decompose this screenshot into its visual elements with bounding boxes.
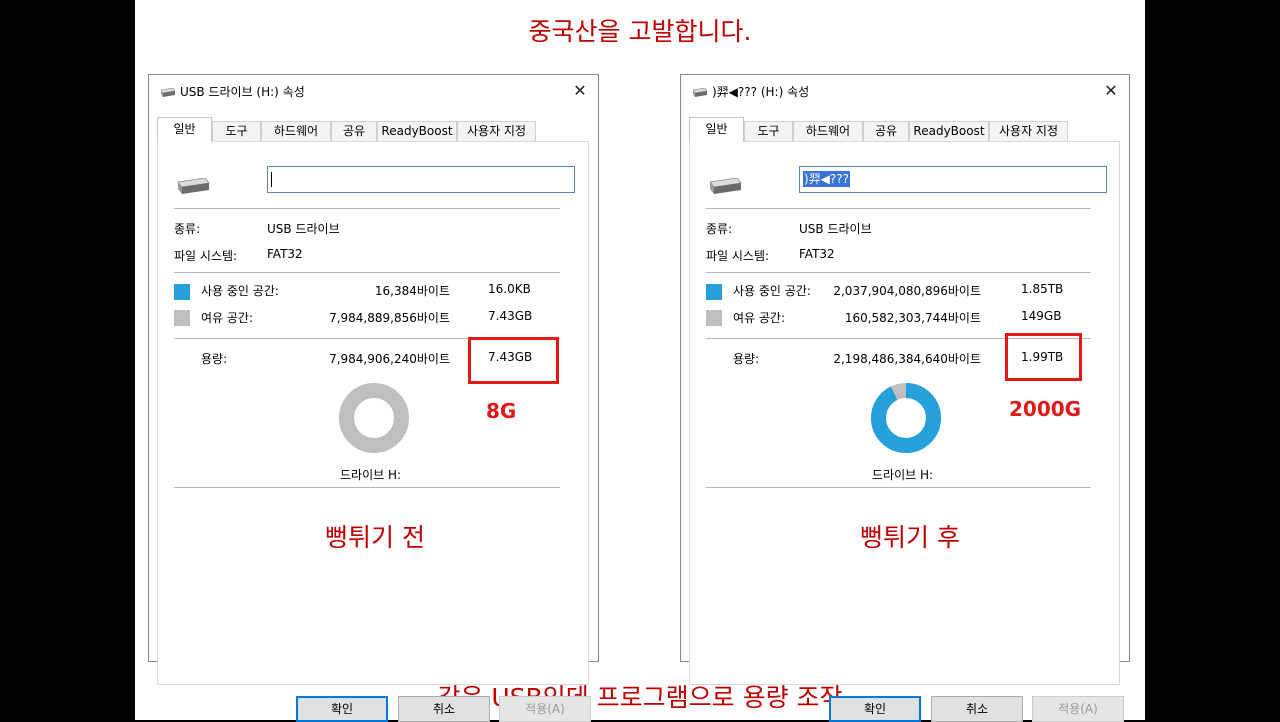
free-space-bytes: 7,984,889,856바이트 (329, 311, 450, 325)
close-button[interactable]: ✕ (1101, 81, 1121, 101)
divider (174, 272, 560, 273)
title-bar: USB 드라이브 (H:) 속성 ✕ (149, 75, 598, 107)
usb-drive-icon (709, 178, 742, 194)
apply-button[interactable]: 적용(A) (499, 696, 591, 722)
filesystem-label: 파일 시스템: (174, 249, 238, 263)
tab-hardware[interactable]: 하드웨어 (261, 121, 331, 141)
capacity-bytes: 7,984,906,240바이트 (329, 352, 450, 366)
used-space-label: 사용 중인 공간: (201, 284, 279, 298)
usb-drive-icon (160, 88, 175, 97)
drive-name-input[interactable]: )羿◀??? (799, 166, 1107, 193)
capacity-highlight-box-before (468, 337, 559, 384)
slide-title: 중국산을 고발합니다. (528, 17, 752, 46)
close-icon: ✕ (1104, 81, 1118, 100)
free-space-size: 7.43GB (488, 309, 533, 323)
filesystem-value: FAT32 (267, 247, 303, 261)
used-space-bytes: 2,037,904,080,896바이트 (833, 284, 981, 298)
ok-button[interactable]: 확인 (296, 696, 388, 722)
text-caret (271, 172, 272, 187)
divider (706, 272, 1091, 273)
divider (174, 208, 560, 209)
tab-customize[interactable]: 사용자 지정 (457, 121, 536, 141)
used-space-size: 1.85TB (1021, 282, 1064, 296)
type-value: USB 드라이브 (267, 222, 340, 236)
cancel-button[interactable]: 취소 (931, 696, 1023, 722)
capacity-label: 용량: (201, 352, 228, 366)
tab-tools[interactable]: 도구 (212, 121, 261, 141)
tab-customize[interactable]: 사용자 지정 (989, 121, 1068, 141)
used-space-bytes: 16,384바이트 (374, 284, 450, 298)
type-label: 종류: (174, 222, 201, 236)
free-space-bytes: 160,582,303,744바이트 (844, 311, 981, 325)
divider (706, 208, 1091, 209)
stage-label-before: 뻥튀기 전 (325, 523, 425, 552)
general-panel: 종류: USB 드라이브 파일 시스템: FAT32 사용 중인 공간: 16,… (157, 141, 591, 722)
annotation-after: 2000G (1009, 397, 1082, 421)
tab-sharing[interactable]: 공유 (331, 121, 377, 141)
drive-name-input[interactable] (267, 166, 575, 193)
usb-drive-icon (692, 88, 707, 97)
drive-letter-label: 드라이브 H: (872, 468, 934, 482)
tab-tools[interactable]: 도구 (744, 121, 793, 141)
usb-drive-icon (177, 178, 210, 194)
tab-readyboost[interactable]: ReadyBoost (909, 121, 989, 141)
type-label: 종류: (706, 222, 733, 236)
donut-used-arc (871, 383, 941, 453)
type-value: USB 드라이브 (799, 222, 872, 236)
filesystem-value: FAT32 (799, 247, 835, 261)
ok-button[interactable]: 확인 (829, 696, 921, 722)
tab-readyboost[interactable]: ReadyBoost (377, 121, 457, 141)
tab-general[interactable]: 일반 (157, 117, 212, 142)
title-bar: )羿◀??? (H:) 속성 ✕ (681, 75, 1129, 107)
drive-letter-label: 드라이브 H: (340, 468, 402, 482)
dialog-title: USB 드라이브 (H:) 속성 (180, 85, 305, 99)
divider (706, 487, 1091, 488)
tab-hardware[interactable]: 하드웨어 (793, 121, 863, 141)
donut-free-arc (339, 383, 409, 453)
free-space-swatch (174, 310, 190, 326)
capacity-donut-chart (339, 383, 409, 453)
free-space-label: 여유 공간: (733, 311, 786, 325)
free-space-size: 149GB (1021, 309, 1062, 323)
dialog-title: )羿◀??? (H:) 속성 (712, 85, 810, 99)
apply-button[interactable]: 적용(A) (1032, 696, 1124, 722)
divider (174, 487, 560, 488)
cancel-button[interactable]: 취소 (398, 696, 490, 722)
free-space-swatch (706, 310, 722, 326)
used-space-size: 16.0KB (488, 282, 531, 296)
capacity-donut-chart (871, 383, 941, 453)
selected-drive-name: )羿◀??? (803, 171, 851, 187)
annotation-before: 8G (486, 399, 517, 423)
tab-general[interactable]: 일반 (689, 117, 744, 142)
capacity-bytes: 2,198,486,384,640바이트 (833, 352, 981, 366)
close-button[interactable]: ✕ (570, 81, 590, 101)
stage-label-after: 뻥튀기 후 (860, 523, 960, 552)
used-space-swatch (706, 284, 722, 300)
filesystem-label: 파일 시스템: (706, 249, 770, 263)
used-space-swatch (174, 284, 190, 300)
tab-sharing[interactable]: 공유 (863, 121, 909, 141)
close-icon: ✕ (573, 81, 587, 100)
capacity-highlight-box-after (1005, 333, 1082, 381)
capacity-label: 용량: (733, 352, 760, 366)
used-space-label: 사용 중인 공간: (733, 284, 811, 298)
free-space-label: 여유 공간: (201, 311, 254, 325)
